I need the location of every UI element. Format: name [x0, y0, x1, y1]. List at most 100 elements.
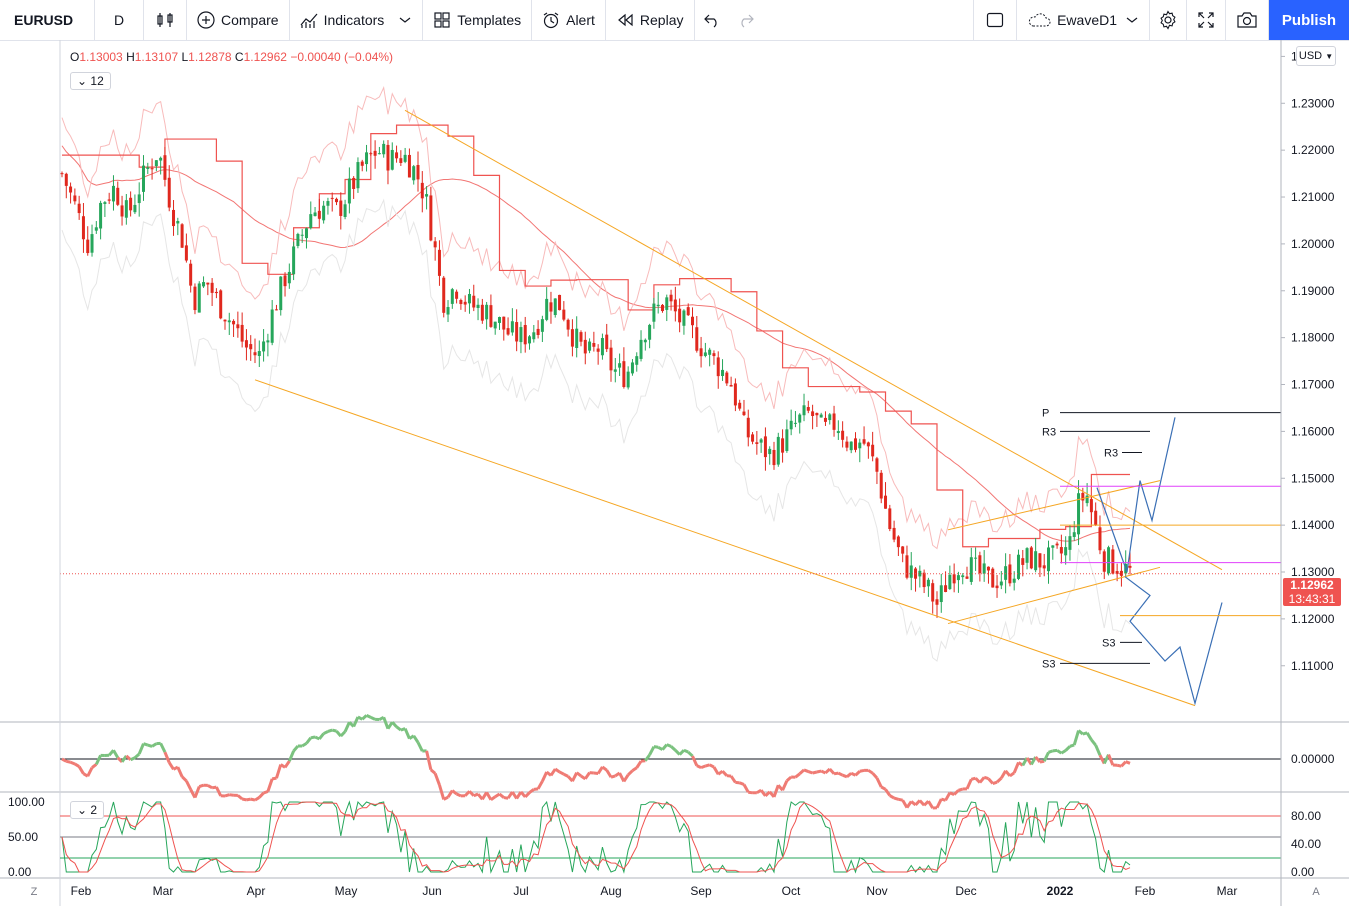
currency-label: USD	[1298, 50, 1323, 62]
candle-body	[969, 557, 973, 582]
oscillator-segment	[536, 780, 544, 790]
oscillator-segment	[241, 797, 247, 802]
candle-body	[523, 324, 527, 345]
candle-body	[467, 293, 471, 304]
price-axis[interactable]: 1.240001.230001.220001.210001.200001.190…	[1280, 40, 1335, 906]
currency-selector[interactable]: USD ▼	[1296, 46, 1336, 66]
stochastic-right-tick: 80.00	[1291, 809, 1321, 823]
oscillator-segment	[958, 787, 964, 792]
replay-label: Replay	[639, 12, 684, 28]
alert-button[interactable]: Alert	[532, 0, 606, 40]
publish-button[interactable]: Publish	[1269, 0, 1349, 40]
oscillator-segment	[77, 765, 85, 775]
replay-button[interactable]: Replay	[606, 0, 695, 40]
candle-body	[691, 316, 695, 326]
time-axis[interactable]: Feb Mar Apr May Jun Jul Aug Sep Oct Nov Dec 2022 Feb…	[71, 884, 1238, 898]
candle-body	[1089, 499, 1093, 513]
oscillator-segment	[94, 754, 102, 765]
time-tick-label: Feb	[71, 884, 92, 898]
candle-body	[369, 153, 373, 155]
candle-body	[978, 555, 982, 574]
oscillator-segment	[781, 780, 789, 791]
candle-body	[146, 167, 150, 169]
oscillator-segment	[451, 789, 458, 796]
oscillator-segment	[845, 772, 853, 778]
oscillator-segment	[691, 755, 699, 767]
candle-body	[639, 339, 643, 359]
chart-canvas[interactable]: P R3 R3 S3 S3 0.00000 100.00 50.00 0.00 80.00 40…	[0, 40, 1349, 906]
candle-body	[1107, 547, 1111, 574]
candle-body	[1029, 547, 1033, 569]
oscillator-segment	[880, 785, 887, 791]
indicators-icon	[300, 13, 318, 28]
oscillator-segment	[159, 742, 167, 753]
candle-body	[1094, 510, 1098, 526]
compare-button[interactable]: Compare	[187, 0, 290, 40]
candle-body	[279, 276, 283, 311]
oscillator-segment	[837, 771, 844, 777]
oscillator-segment	[395, 725, 402, 732]
oscillator-segment	[794, 772, 801, 779]
redo-button[interactable]	[729, 0, 763, 40]
time-tick-label: 2022	[1047, 884, 1074, 898]
candle-body	[154, 160, 158, 167]
candle-body	[292, 246, 296, 275]
candle-body	[746, 417, 750, 438]
candle-body	[360, 161, 364, 166]
candle-body	[69, 186, 73, 193]
candle-body	[528, 336, 532, 344]
price-tick-label: 1.21000	[1291, 190, 1335, 204]
candle-body	[463, 301, 467, 305]
high-label: H	[126, 50, 135, 64]
candle-body	[90, 234, 94, 253]
sub-indicator-count: 2	[90, 803, 98, 817]
auto-scale-button[interactable]: A	[1308, 884, 1324, 900]
candle-body	[519, 327, 523, 343]
indicators-toggle[interactable]: ⌄ 12	[70, 72, 111, 90]
oscillator-segment	[433, 772, 441, 786]
candle-body	[81, 216, 85, 240]
undo-button[interactable]	[695, 0, 729, 40]
candle-body	[656, 304, 660, 307]
candle-body	[1034, 551, 1038, 571]
sub-indicators-toggle[interactable]: ⌄ 2	[70, 801, 105, 819]
cloud-icon	[1028, 13, 1051, 27]
indicator-count: 12	[90, 74, 104, 88]
candle-body	[772, 449, 776, 466]
chevron-down-icon	[399, 17, 411, 23]
candle-body	[172, 209, 176, 227]
time-tick-label: Sep	[690, 884, 712, 898]
camera-icon	[1237, 12, 1257, 28]
candle-body	[699, 348, 703, 357]
candle-body	[669, 294, 673, 302]
candle-body	[626, 371, 630, 388]
oscillator-segment	[944, 791, 952, 802]
fullscreen-button[interactable]	[1187, 0, 1226, 40]
interval-button[interactable]: D	[95, 0, 144, 40]
fullscreen-layout-button[interactable]	[973, 0, 1018, 40]
candle-body	[931, 583, 935, 602]
candle-body	[721, 369, 725, 377]
snapshot-button[interactable]	[1226, 0, 1269, 40]
chart-type-button[interactable]	[144, 0, 187, 40]
redo-icon	[740, 14, 754, 28]
oscillator-segment	[250, 797, 256, 802]
candle-body	[716, 357, 720, 377]
oscillator-segment	[263, 790, 269, 795]
symbol-search-button[interactable]: EURUSD	[0, 0, 95, 40]
candle-body	[210, 282, 214, 293]
candle-body	[888, 508, 892, 530]
oscillator-segment	[627, 769, 634, 776]
level-label: S3	[1102, 637, 1115, 649]
layout-name-button[interactable]: EwaveD1	[1017, 0, 1150, 40]
oscillator-segment	[318, 732, 325, 740]
timezone-button[interactable]: Z	[26, 884, 42, 900]
indicators-button[interactable]: Indicators	[290, 0, 424, 40]
oscillator-segment	[910, 800, 917, 807]
settings-button[interactable]	[1150, 0, 1187, 40]
candle-body	[991, 568, 995, 588]
candle-body	[609, 347, 613, 371]
templates-button[interactable]: Templates	[423, 0, 533, 40]
oscillator-segment	[412, 734, 420, 744]
gear-icon	[1160, 10, 1176, 30]
